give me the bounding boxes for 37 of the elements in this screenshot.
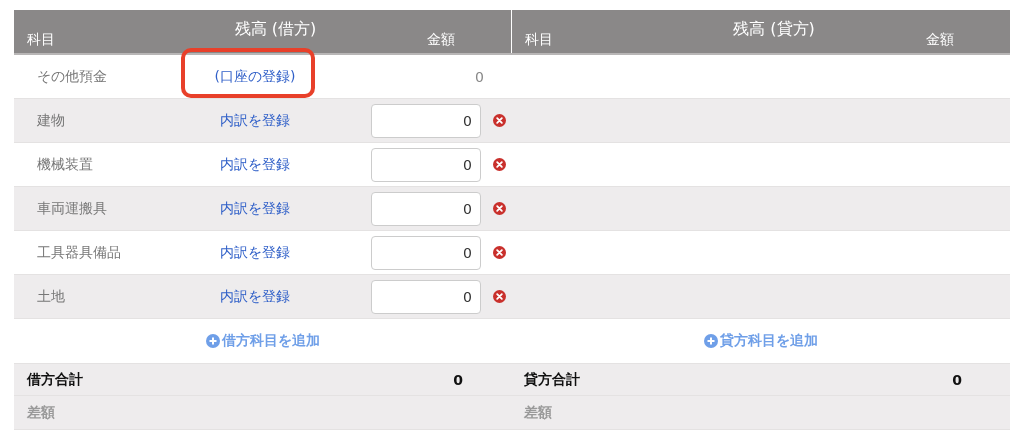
column-header: 科目 — [26, 31, 56, 49]
register-breakdown-link[interactable]: 内訳を登録 — [220, 287, 290, 306]
delete-icon[interactable] — [493, 290, 506, 303]
register-account-link[interactable]: (口座の登録) — [214, 67, 296, 86]
account-name: 建物 — [36, 111, 66, 130]
column-header: 金額 — [925, 31, 955, 49]
amount-value: 0 — [474, 68, 484, 85]
register-breakdown-link[interactable]: 内訳を登録 — [220, 199, 290, 218]
difference-label: 差額 — [523, 403, 553, 422]
amount-input[interactable]: 0 — [371, 103, 481, 138]
register-breakdown-link[interactable]: 内訳を登録 — [220, 111, 290, 130]
delete-icon[interactable] — [493, 246, 506, 259]
account-name: 土地 — [36, 287, 66, 306]
plus-circle-icon — [205, 334, 220, 348]
total-value: 0 — [452, 371, 464, 388]
column-header: 金額 — [426, 31, 456, 49]
difference-label: 差額 — [26, 403, 56, 422]
total-label: 貸方合計 — [523, 370, 581, 389]
amount-input[interactable]: 0 — [371, 191, 481, 226]
delete-icon[interactable] — [493, 158, 506, 171]
column-header: 科目 — [524, 31, 554, 49]
register-breakdown-link[interactable]: 内訳を登録 — [220, 243, 290, 262]
delete-icon[interactable] — [493, 114, 506, 127]
register-breakdown-link[interactable]: 内訳を登録 — [220, 155, 290, 174]
amount-input[interactable]: 0 — [371, 279, 481, 314]
account-name: 車両運搬具 — [36, 199, 108, 218]
account-name: その他預金 — [36, 67, 108, 86]
section-title: 残高 (貸方) — [732, 18, 816, 40]
plus-circle-icon — [703, 334, 718, 348]
account-name: 工具器具備品 — [36, 243, 122, 262]
section-title: 残高 (借方) — [233, 18, 318, 40]
total-label: 借方合計 — [26, 370, 84, 389]
amount-input[interactable]: 0 — [371, 147, 481, 182]
delete-icon[interactable] — [493, 202, 506, 215]
total-value: 0 — [951, 371, 963, 388]
account-name: 機械装置 — [36, 155, 94, 174]
amount-input[interactable]: 0 — [371, 235, 481, 270]
